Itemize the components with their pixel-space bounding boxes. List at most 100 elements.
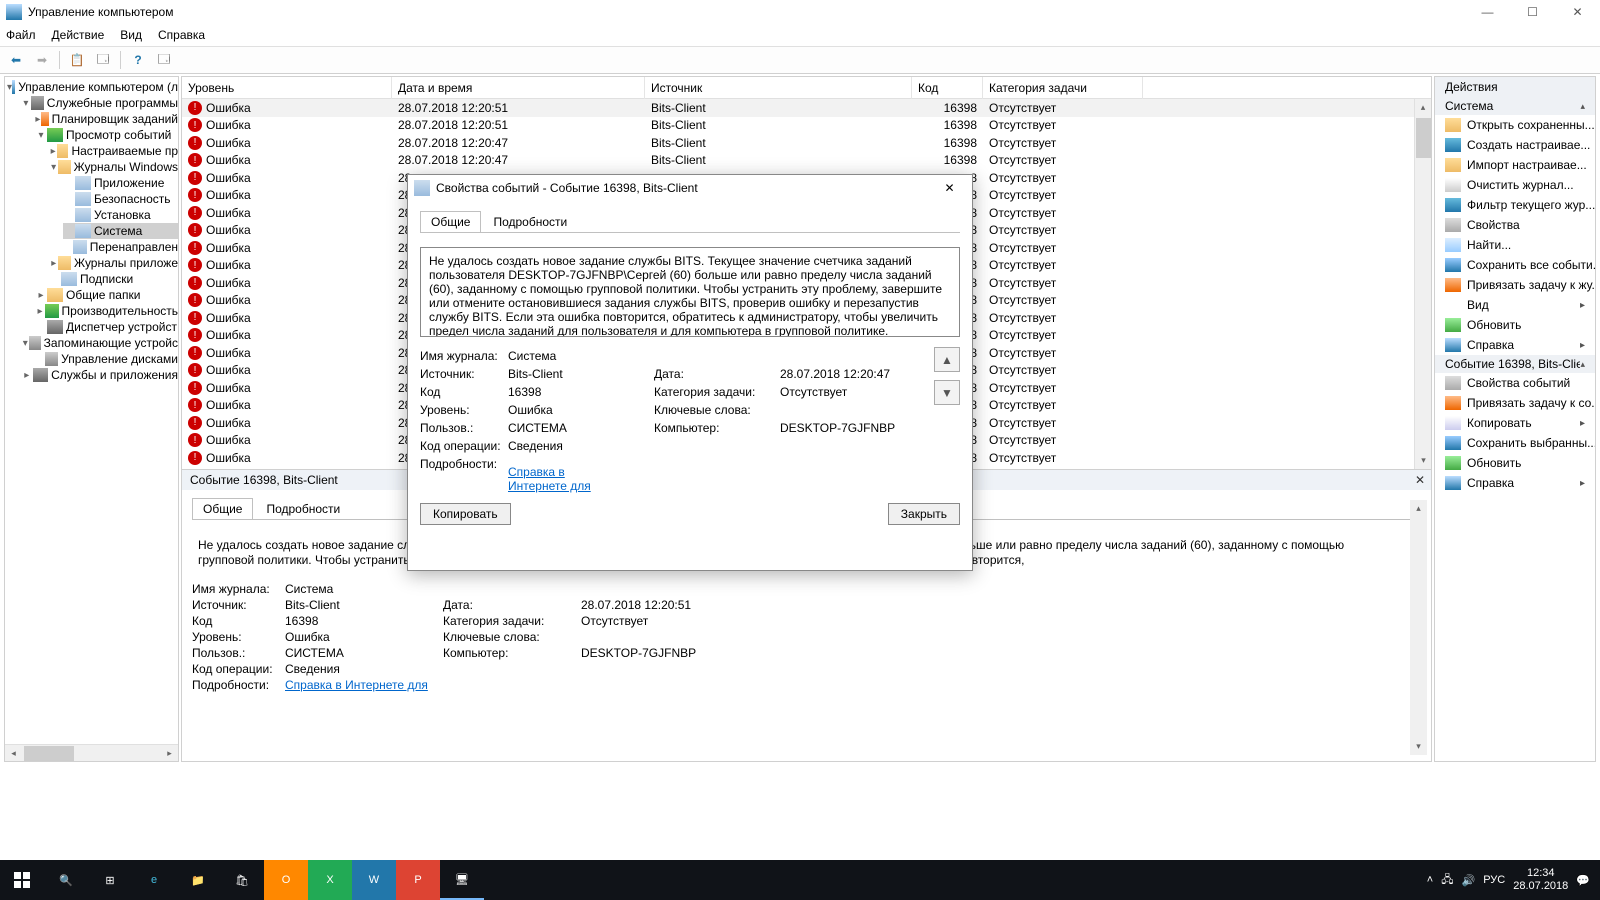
help-link[interactable]: Справка в Интернете для <box>285 678 435 692</box>
clock[interactable]: 12:34 28.07.2018 <box>1513 867 1568 893</box>
next-event-button[interactable]: ▼ <box>934 380 960 405</box>
store-icon[interactable]: 🛍 <box>220 860 264 900</box>
menu-action[interactable]: Действие <box>52 28 105 42</box>
start-button[interactable] <box>0 860 44 900</box>
mmc-icon[interactable]: 🖥 <box>440 860 484 900</box>
tree-winjournals[interactable]: Журналы Windows <box>74 160 178 174</box>
tree-eventviewer[interactable]: Просмотр событий <box>66 128 171 142</box>
tree-perf[interactable]: Производительность <box>62 304 178 318</box>
tree-shared[interactable]: Общие папки <box>66 288 140 302</box>
action-item[interactable]: Копировать▸ <box>1435 413 1595 433</box>
tree-applogs[interactable]: Журналы приложе <box>74 256 178 270</box>
search-icon[interactable]: 🔍 <box>44 860 88 900</box>
toolbar-btn[interactable]: 🗔 <box>152 49 176 71</box>
up-button[interactable]: 📋 <box>65 49 89 71</box>
tab-general[interactable]: Общие <box>192 498 253 519</box>
action-item[interactable]: Привязать задачу к со... <box>1435 393 1595 413</box>
preview-scrollbar[interactable]: ▴▾ <box>1410 500 1427 755</box>
tree-root[interactable]: Управление компьютером (л <box>18 80 178 94</box>
action-item[interactable]: Открыть сохраненны... <box>1435 115 1595 135</box>
network-icon[interactable]: 🖧 <box>1441 871 1453 890</box>
dialog-tab-details[interactable]: Подробности <box>482 211 578 232</box>
table-row[interactable]: !Ошибка28.07.2018 12:20:47Bits-Client163… <box>182 152 1431 170</box>
outlook-icon[interactable]: O <box>264 860 308 900</box>
props-button[interactable]: 🗔 <box>91 49 115 71</box>
dlbl-src: Источник: <box>420 367 502 381</box>
taskbar[interactable]: 🔍 ⊞ e 📁 🛍 O X W P 🖥 ˄ 🖧 🔊 РУС 12:34 28.0… <box>0 860 1600 900</box>
tab-details[interactable]: Подробности <box>255 498 351 519</box>
forward-button[interactable]: ➡ <box>30 49 54 71</box>
action-item[interactable]: Справка▸ <box>1435 335 1595 355</box>
tree-forwarded[interactable]: Перенаправлен <box>90 240 178 254</box>
tree-scrollbar-horizontal[interactable]: ◂▸ <box>5 744 178 761</box>
action-item[interactable]: Привязать задачу к жу... <box>1435 275 1595 295</box>
close-button[interactable]: Закрыть <box>888 503 960 525</box>
action-item[interactable]: Обновить <box>1435 453 1595 473</box>
copy-button[interactable]: Копировать <box>420 503 511 525</box>
tree-custom[interactable]: Настраиваемые пр <box>71 144 178 158</box>
action-item[interactable]: Вид▸ <box>1435 295 1595 315</box>
tray-chevron-icon[interactable]: ˄ <box>1427 874 1433 886</box>
minimize-button[interactable]: — <box>1465 0 1510 24</box>
col-code[interactable]: Код события <box>912 77 983 99</box>
col-source[interactable]: Источник <box>645 77 912 99</box>
actions-section-system[interactable]: Система▴ <box>1435 97 1595 115</box>
table-row[interactable]: !Ошибка28.07.2018 12:20:47Bits-Client163… <box>182 134 1431 152</box>
preview-close-icon[interactable]: ✕ <box>1411 471 1429 489</box>
col-date[interactable]: Дата и время <box>392 77 645 99</box>
grid-scrollbar-vertical[interactable]: ▴▾ <box>1414 99 1431 469</box>
word-icon[interactable]: W <box>352 860 396 900</box>
explorer-icon[interactable]: 📁 <box>176 860 220 900</box>
action-item[interactable]: Сохранить все событи... <box>1435 255 1595 275</box>
table-row[interactable]: !Ошибка28.07.2018 12:20:51Bits-Client163… <box>182 99 1431 117</box>
tree-storage[interactable]: Запоминающие устройс <box>44 336 178 350</box>
dialog-help-link[interactable]: Справка в Интернете для <box>508 465 648 493</box>
close-button[interactable]: ✕ <box>1555 0 1600 24</box>
volume-icon[interactable]: 🔊 <box>1462 874 1476 887</box>
menu-view[interactable]: Вид <box>120 28 142 42</box>
action-item[interactable]: Обновить <box>1435 315 1595 335</box>
tree-pane[interactable]: ▾Управление компьютером (л ▾Служебные пр… <box>4 76 179 762</box>
tree-subscriptions[interactable]: Подписки <box>80 272 133 286</box>
action-item[interactable]: Найти... <box>1435 235 1595 255</box>
dialog-close-icon[interactable]: ✕ <box>927 176 972 200</box>
action-item[interactable]: Создать настраивае... <box>1435 135 1595 155</box>
tree-setup[interactable]: Установка <box>94 208 151 222</box>
notifications-icon[interactable]: 💬 <box>1576 874 1590 887</box>
powerpoint-icon[interactable]: P <box>396 860 440 900</box>
tree-scheduler[interactable]: Планировщик заданий <box>52 112 178 126</box>
help-button[interactable]: ? <box>126 49 150 71</box>
excel-icon[interactable]: X <box>308 860 352 900</box>
menu-bar: Файл Действие Вид Справка <box>0 24 1600 46</box>
action-item[interactable]: Свойства <box>1435 215 1595 235</box>
language-indicator[interactable]: РУС <box>1483 874 1505 886</box>
action-item[interactable]: Сохранить выбранны... <box>1435 433 1595 453</box>
col-category[interactable]: Категория задачи <box>983 77 1143 99</box>
val-cat: Отсутствует <box>581 614 731 628</box>
edge-icon[interactable]: e <box>132 860 176 900</box>
prev-event-button[interactable]: ▲ <box>934 347 960 372</box>
action-item[interactable]: Очистить журнал... <box>1435 175 1595 195</box>
menu-help[interactable]: Справка <box>158 28 205 42</box>
tree-security[interactable]: Безопасность <box>94 192 171 206</box>
action-item[interactable]: Справка▸ <box>1435 473 1595 493</box>
tree-system[interactable]: Система <box>94 224 142 238</box>
val-user: СИСТЕМА <box>285 646 435 660</box>
maximize-button[interactable]: ☐ <box>1510 0 1555 24</box>
action-item[interactable]: Свойства событий <box>1435 373 1595 393</box>
action-item[interactable]: Импорт настраивае... <box>1435 155 1595 175</box>
tree-svcapp[interactable]: Службы и приложения <box>51 368 178 382</box>
tree-diskmgr[interactable]: Управление дисками <box>61 352 178 366</box>
tree-application[interactable]: Приложение <box>94 176 164 190</box>
tree-devmgr[interactable]: Диспетчер устройст <box>66 320 177 334</box>
tree-systools[interactable]: Служебные программы <box>47 96 178 110</box>
actions-section-event[interactable]: Событие 16398, Bits-Client▴ <box>1435 355 1595 373</box>
col-level[interactable]: Уровень <box>182 77 392 99</box>
table-row[interactable]: !Ошибка28.07.2018 12:20:51Bits-Client163… <box>182 117 1431 135</box>
menu-file[interactable]: Файл <box>6 28 36 42</box>
back-button[interactable]: ⬅ <box>4 49 28 71</box>
dialog-tab-general[interactable]: Общие <box>420 211 481 232</box>
action-item[interactable]: Фильтр текущего жур... <box>1435 195 1595 215</box>
taskview-icon[interactable]: ⊞ <box>88 860 132 900</box>
lbl-kw: Ключевые слова: <box>443 630 573 644</box>
